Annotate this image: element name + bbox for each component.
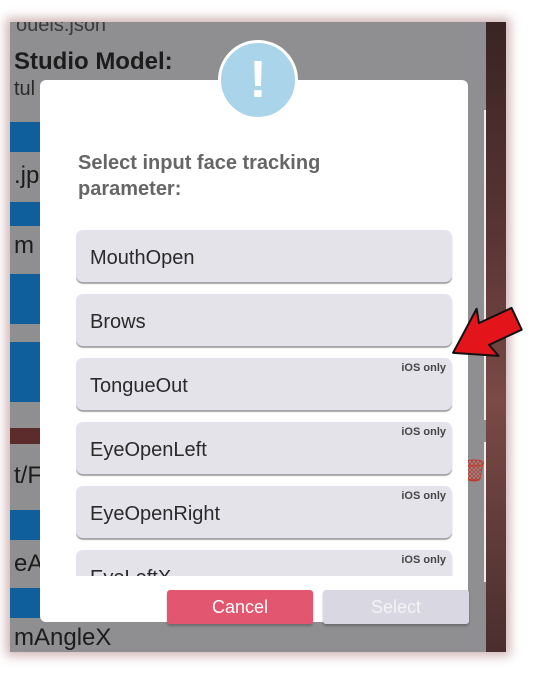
screenshot-frame: ouels.json Studio Model: tul .jp m t/F e… [10, 22, 506, 652]
option-eyeleftx[interactable]: iOS only EyeLeftX [76, 550, 452, 576]
bg-studio-model-label: Studio Model: [14, 48, 173, 75]
bg-dark-strip [10, 428, 42, 444]
alert-icon: ! [218, 40, 298, 120]
option-eyeopenleft[interactable]: iOS only EyeOpenLeft [76, 422, 452, 474]
bg-jpg-text: .jp [14, 162, 40, 189]
option-label: EyeLeftX [90, 567, 171, 576]
bg-m-text: m [14, 232, 34, 259]
bg-ea-text: eA [14, 550, 44, 577]
bg-file-name: ouels.json [16, 22, 107, 36]
option-brows[interactable]: Brows [76, 294, 452, 346]
option-label: TongueOut [90, 375, 188, 397]
option-label: EyeOpenRight [90, 503, 221, 525]
option-mouthopen[interactable]: MouthOpen [76, 230, 452, 282]
options-list[interactable]: MouthOpen Brows iOS only TongueOut iOS o… [76, 230, 456, 576]
bg-blue-button-b [10, 342, 42, 402]
option-eyeopenright[interactable]: iOS only EyeOpenRight [76, 486, 452, 538]
red-arrow-annotation [452, 306, 523, 357]
bg-tf-text: t/F [14, 462, 42, 489]
option-label: EyeOpenLeft [90, 439, 207, 461]
bg-blue-field [10, 202, 42, 226]
bg-blue-button [10, 122, 42, 152]
option-label: MouthOpen [90, 247, 195, 269]
bg-blue-button-c [10, 510, 42, 540]
ios-only-badge: iOS only [401, 426, 446, 438]
select-button[interactable]: Select [323, 590, 469, 624]
ios-only-badge: iOS only [401, 490, 446, 502]
ios-only-badge: iOS only [401, 362, 446, 374]
bg-anglex-text: mAngleX [14, 624, 112, 651]
dialog-title: Select input face tracking parameter: [78, 152, 321, 200]
cancel-button[interactable]: Cancel [167, 590, 313, 624]
select-parameter-dialog: Select input face tracking parameter: Mo… [40, 80, 469, 624]
ios-only-badge: iOS only [401, 554, 446, 566]
option-tongueout[interactable]: iOS only TongueOut [76, 358, 452, 410]
option-label: Brows [90, 311, 146, 333]
bg-blue-button-a [10, 274, 42, 324]
bg-stub-text: tul [14, 78, 36, 100]
